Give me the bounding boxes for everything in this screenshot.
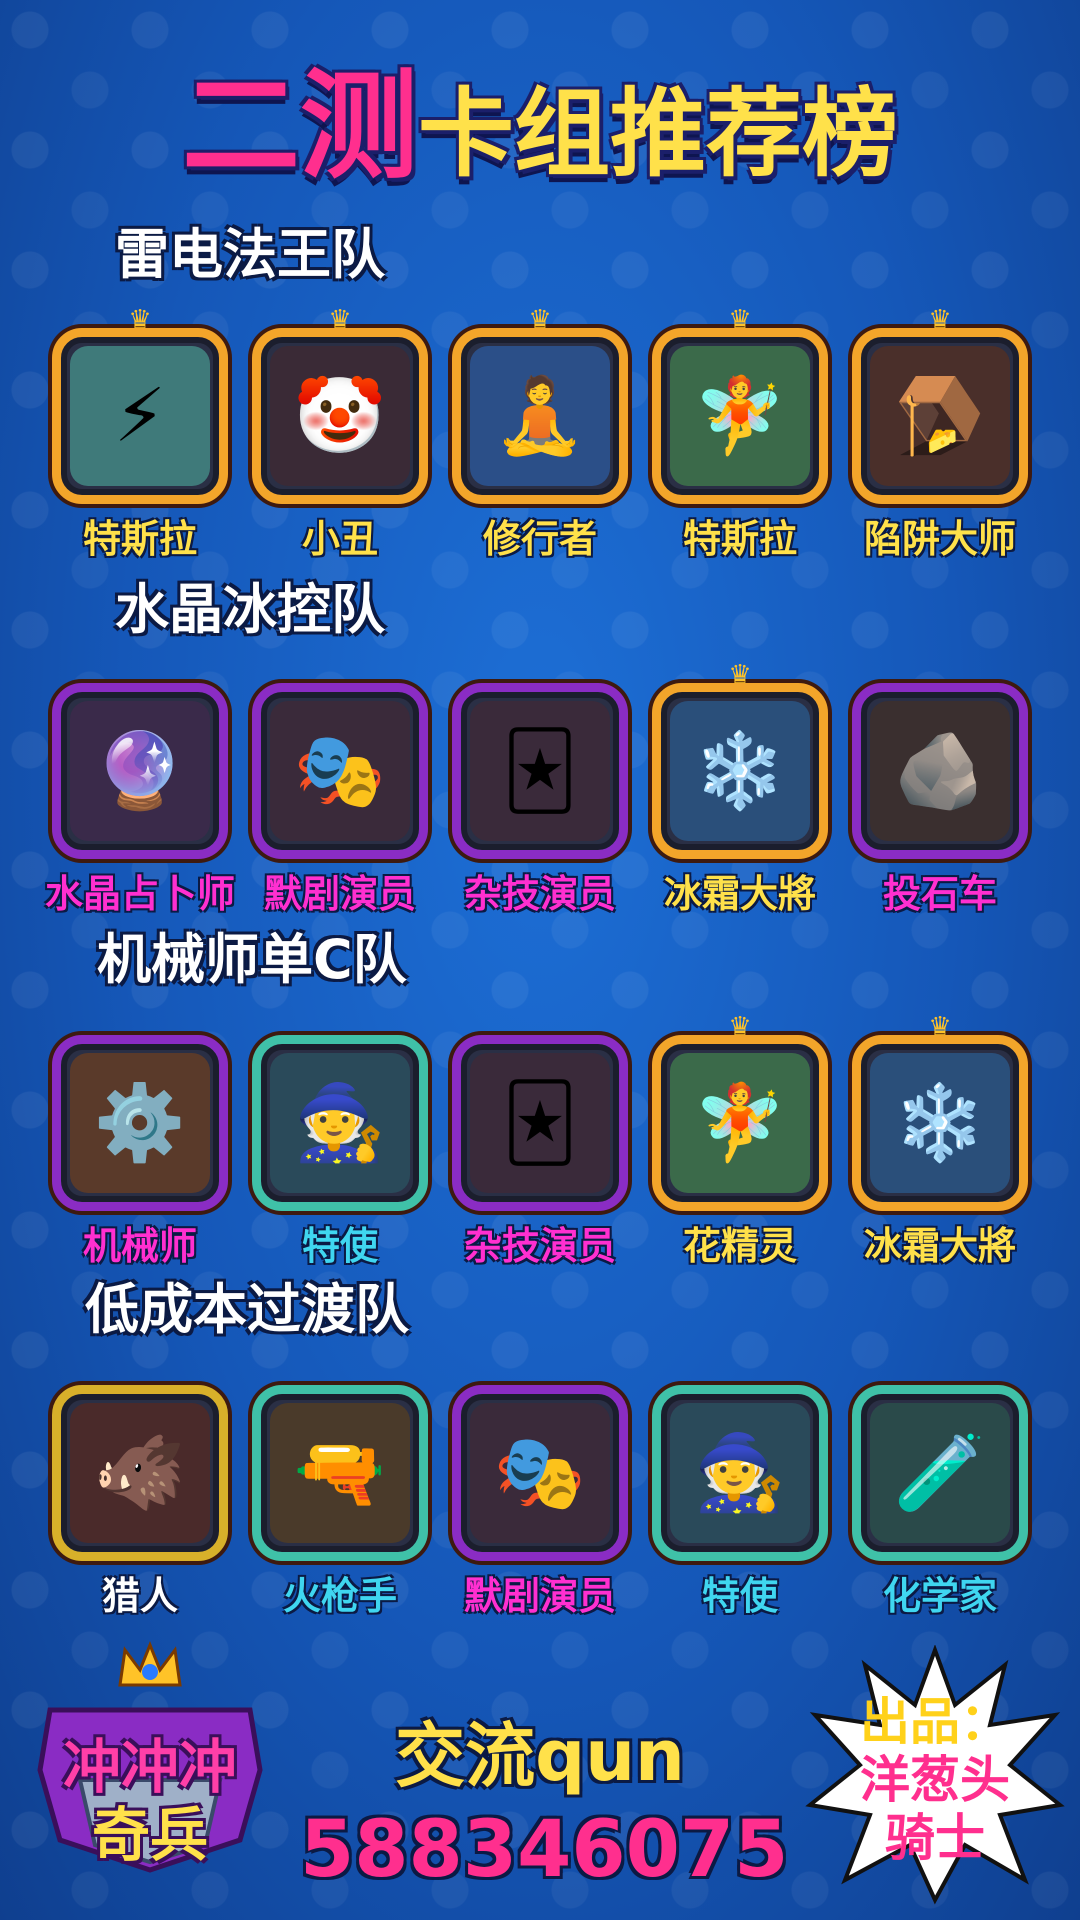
hero-name: 默剧演员 [263, 872, 416, 916]
section-title: 低成本过渡队 [85, 1278, 409, 1341]
hero-name: 杂技演员 [463, 872, 616, 916]
hero-card[interactable]: 🪨 [852, 683, 1028, 859]
hero-name: 花精灵 [682, 1224, 797, 1268]
crown-icon: ♛ [128, 305, 152, 335]
hero-portrait-icon: 🃏 [470, 701, 610, 841]
crown-icon: ♛ [728, 660, 752, 690]
hero-portrait-icon: 🧙 [270, 1053, 410, 1193]
crown-icon: ♛ [928, 305, 952, 335]
hero-card[interactable]: 🃏 [452, 1035, 628, 1211]
hero-name: 特使 [301, 1224, 378, 1268]
section-title: 机械师单C队 [97, 928, 407, 991]
contact-number: 588346075 [300, 1805, 789, 1895]
hero-portrait-icon: 🧚 [670, 1053, 810, 1193]
hero-card[interactable]: 🔮 [52, 683, 228, 859]
hero-portrait-icon: 🤡 [270, 346, 410, 486]
hero-name: 默剧演员 [463, 1574, 616, 1618]
hero-portrait-icon: 🪤 [870, 346, 1010, 486]
page-title-part2: 卡组推荐榜 [418, 78, 898, 190]
contact-label: 交流qun [395, 1715, 685, 1797]
hero-name: 水晶占卜师 [44, 872, 235, 916]
crown-icon: ♛ [728, 305, 752, 335]
hero-card[interactable]: 🎭 [452, 1385, 628, 1561]
hero-portrait-icon: 🧚 [670, 346, 810, 486]
hero-card[interactable]: 🧙 [652, 1385, 828, 1561]
hero-card[interactable]: 🃏 [452, 683, 628, 859]
hero-card[interactable]: ❄️ ♛ [652, 662, 828, 859]
hero-name: 修行者 [482, 517, 597, 561]
hero-name: 冰霜大將 [863, 1224, 1016, 1268]
hero-card[interactable]: 🧚 ♛ [652, 307, 828, 504]
hero-portrait-icon: 🧪 [870, 1403, 1010, 1543]
hero-card[interactable]: 🐗 [52, 1385, 228, 1561]
logo-line2: 奇兵 [91, 1801, 208, 1869]
hero-name: 猎人 [101, 1574, 178, 1618]
page-title: 二测卡组推荐榜 [0, 30, 1080, 201]
hero-portrait-icon: ⚡ [70, 346, 210, 486]
hero-portrait-icon: ⚙️ [70, 1053, 210, 1193]
producer-badge: 出品： 洋葱头 骑士 [805, 1645, 1065, 1905]
hero-name: 陷阱大师 [863, 517, 1016, 561]
game-logo: 冲冲冲 奇兵 [30, 1640, 270, 1880]
hero-card[interactable]: ⚙️ [52, 1035, 228, 1211]
hero-name: 特斯拉 [82, 517, 197, 561]
crown-icon: ♛ [728, 1012, 752, 1042]
hero-portrait-icon: 🔮 [70, 701, 210, 841]
hero-name: 杂技演员 [463, 1224, 616, 1268]
crown-icon: ♛ [928, 1012, 952, 1042]
hero-card[interactable]: 🎭 [252, 683, 428, 859]
hero-card[interactable]: 🧚 ♛ [652, 1014, 828, 1211]
contact-info: 交流qun 588346075 [300, 1700, 789, 1895]
hero-name: 冰霜大將 [663, 872, 816, 916]
hero-portrait-icon: 🔫 [270, 1403, 410, 1543]
hero-name: 小丑 [301, 517, 378, 561]
hero-card[interactable]: 🪤 ♛ [852, 307, 1028, 504]
hero-portrait-icon: 🪨 [870, 701, 1010, 841]
hero-name: 火枪手 [282, 1574, 397, 1618]
producer-text: 出品： 洋葱头 骑士 [805, 1693, 1065, 1867]
hero-card[interactable]: 🧘 ♛ [452, 307, 628, 504]
section-title: 水晶冰控队 [115, 578, 385, 641]
producer-line3: 骑士 [885, 1809, 985, 1867]
crown-icon: ♛ [328, 305, 352, 335]
crown-icon: ♛ [528, 305, 552, 335]
hero-portrait-icon: 🐗 [70, 1403, 210, 1543]
hero-name: 机械师 [82, 1224, 197, 1268]
hero-name: 特斯拉 [682, 517, 797, 561]
section-title: 雷电法王队 [115, 223, 385, 286]
hero-name: 化学家 [882, 1574, 997, 1618]
page-title-part1: 二测 [181, 57, 418, 195]
hero-card[interactable]: 🧪 [852, 1385, 1028, 1561]
hero-name: 特使 [701, 1574, 778, 1618]
hero-portrait-icon: 🎭 [470, 1403, 610, 1543]
hero-card[interactable]: 🔫 [252, 1385, 428, 1561]
hero-portrait-icon: 🧙 [670, 1403, 810, 1543]
hero-portrait-icon: 🧘 [470, 346, 610, 486]
producer-line1: 出品： [860, 1693, 1010, 1751]
hero-card[interactable]: 🧙 [252, 1035, 428, 1211]
hero-card[interactable]: 🤡 ♛ [252, 307, 428, 504]
hero-portrait-icon: 🎭 [270, 701, 410, 841]
hero-card[interactable]: ❄️ ♛ [852, 1014, 1028, 1211]
hero-portrait-icon: 🃏 [470, 1053, 610, 1193]
hero-card[interactable]: ⚡ ♛ [52, 307, 228, 504]
hero-name: 投石车 [882, 872, 997, 916]
hero-portrait-icon: ❄️ [870, 1053, 1010, 1193]
producer-line2: 洋葱头 [860, 1751, 1010, 1809]
hero-portrait-icon: ❄️ [670, 701, 810, 841]
